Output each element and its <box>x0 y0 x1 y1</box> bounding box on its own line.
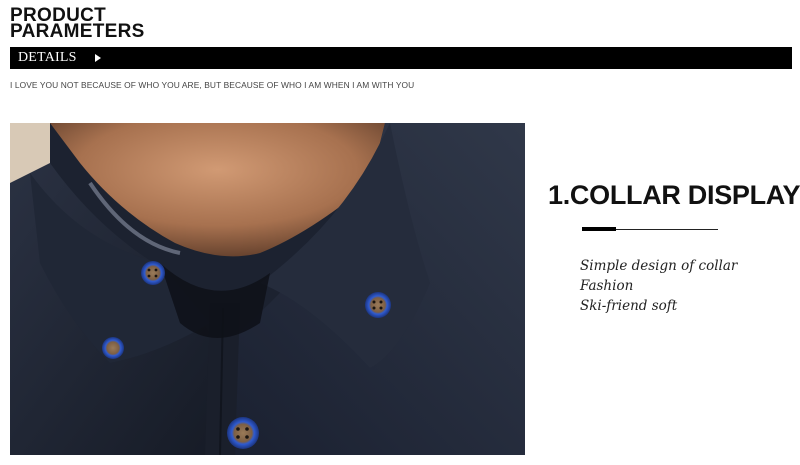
title-divider-accent <box>582 227 616 231</box>
collar-photo-illustration <box>10 123 525 455</box>
feature-item: Ski-friend soft <box>580 298 678 314</box>
page-heading: PRODUCT PARAMETERS <box>10 6 145 42</box>
feature-list: Simple design of collar Fashion Ski-frie… <box>580 256 737 316</box>
heading-line-2: PARAMETERS <box>10 21 145 42</box>
details-label: DETAILS <box>18 50 77 65</box>
play-icon <box>94 54 101 62</box>
feature-item: Simple design of collar <box>580 258 738 274</box>
collar-photo <box>10 123 525 455</box>
feature-item: Fashion <box>580 278 634 294</box>
feature-title: 1.COLLAR DISPLAY <box>548 180 800 210</box>
details-bar: DETAILS <box>10 47 792 69</box>
tagline: I LOVE YOU NOT BECAUSE OF WHO YOU ARE, B… <box>10 80 415 90</box>
